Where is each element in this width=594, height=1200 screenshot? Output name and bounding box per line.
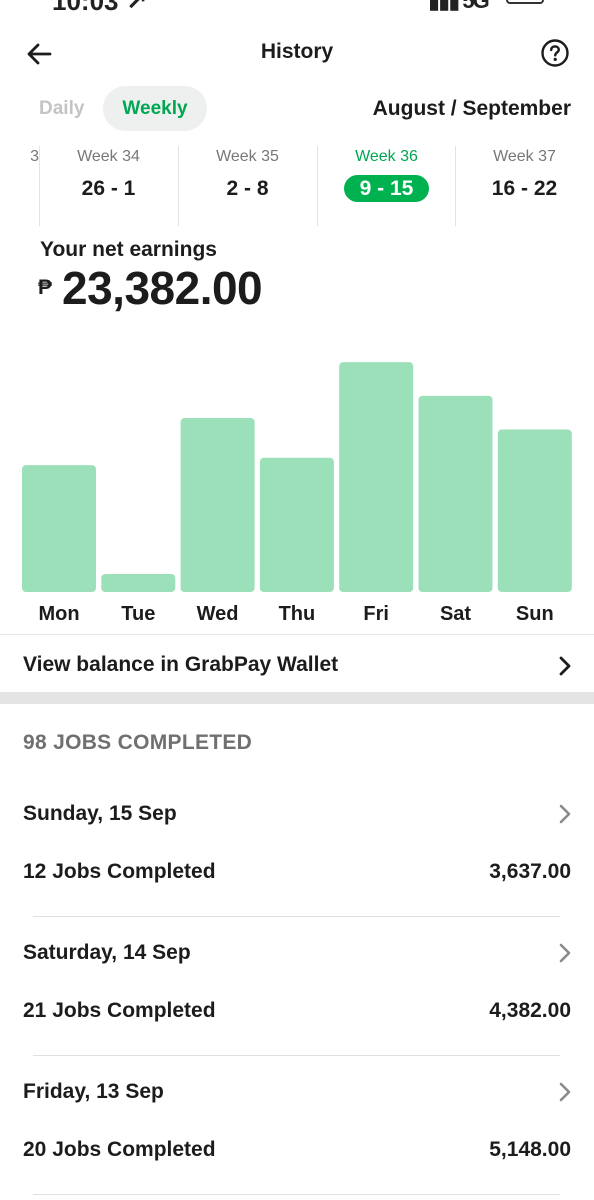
divider [33, 1055, 560, 1056]
x-tick-label: Sat [440, 603, 471, 625]
day-header-row[interactable]: Friday, 13 Sep [0, 1067, 594, 1117]
header: History [0, 30, 594, 78]
bar-wed[interactable] [180, 418, 255, 592]
day-amount: 3,637.00 [489, 860, 571, 883]
day-header-row[interactable]: Sunday, 15 Sep [0, 789, 594, 839]
day-summary: Sunday, 15 Sep 12 Jobs Completed 3,637.0… [0, 789, 594, 928]
battery-icon [506, 0, 544, 4]
day-date: Sunday, 15 Sep [23, 802, 177, 825]
day-jobs-count: 20 Jobs Completed [23, 1138, 216, 1161]
x-tick-label: Thu [279, 603, 316, 625]
net-earnings-amount: 23,382.00 [62, 262, 263, 314]
week-item[interactable]: 3 5 [0, 146, 39, 226]
bar-fri[interactable] [339, 362, 414, 592]
x-tick-label: Tue [121, 603, 155, 625]
day-header-row[interactable]: Saturday, 14 Sep [0, 928, 594, 978]
week-item[interactable]: Week 34 26 - 1 [39, 146, 178, 226]
x-tick-label: Wed [197, 603, 239, 625]
day-date: Friday, 13 Sep [23, 1080, 164, 1103]
divider [33, 916, 560, 917]
day-summary: Friday, 13 Sep 20 Jobs Completed 5,148.0… [0, 1067, 594, 1200]
week-label: Week 37 [493, 148, 556, 165]
week-item[interactable]: Week 37 16 - 22 [455, 146, 594, 226]
status-time: 10:03 ↗ [52, 0, 148, 14]
week-range: 26 - 1 [81, 177, 136, 200]
x-tick-label: Fri [363, 603, 389, 625]
x-tick-label: Sun [516, 603, 554, 625]
page-title: History [260, 40, 334, 63]
week-range: 2 - 8 [226, 177, 269, 200]
week-label: Week 34 [77, 148, 140, 165]
tab-daily[interactable]: Daily [39, 98, 84, 120]
divider [33, 1194, 560, 1195]
chevron-right-icon [559, 943, 571, 963]
chevron-right-icon [559, 1082, 571, 1102]
currency-symbol: ₱ [38, 276, 53, 299]
chevron-right-icon [559, 804, 571, 824]
bar-thu[interactable] [259, 457, 334, 592]
chart-svg: Mon Tue Wed Thu Fri Sat Sun [22, 362, 572, 625]
tab-weekly[interactable]: Weekly [103, 86, 207, 131]
bar-sat[interactable] [418, 395, 493, 592]
day-amount: 4,382.00 [489, 999, 571, 1022]
view-wallet-balance-label: View balance in GrabPay Wallet [23, 653, 339, 676]
week-label: Week 36 [355, 148, 418, 165]
bar-mon[interactable] [22, 465, 96, 592]
day-jobs-count: 12 Jobs Completed [23, 860, 216, 883]
status-bar: 10:03 ↗ ▮▮▮ 5G [0, 0, 594, 14]
bar-sun[interactable] [497, 429, 572, 592]
day-jobs-count: 21 Jobs Completed [23, 999, 216, 1022]
question-circle-icon [541, 39, 569, 67]
week-range-badge: 9 - 15 [343, 175, 430, 202]
help-button[interactable] [540, 38, 570, 68]
section-separator [0, 692, 594, 704]
net-earnings-label: Your net earnings [40, 238, 217, 261]
week-label: Week 35 [216, 148, 279, 165]
day-summary: Saturday, 14 Sep 21 Jobs Completed 4,382… [0, 928, 594, 1067]
week-label: 3 [30, 148, 39, 165]
x-tick-label: Mon [38, 603, 79, 625]
view-wallet-balance-row[interactable]: View balance in GrabPay Wallet [0, 634, 594, 694]
period-tabs: Daily Weekly August / September [0, 86, 594, 132]
earnings-bar-chart: Mon Tue Wed Thu Fri Sat Sun [0, 330, 594, 630]
day-amount: 5,148.00 [489, 1138, 571, 1161]
week-item-selected[interactable]: Week 36 9 - 15 [317, 146, 456, 226]
week-selector: 3 5 Week 34 26 - 1 Week 35 2 - 8 Week 36… [0, 146, 594, 226]
status-signal: ▮▮▮ 5G [428, 0, 490, 13]
chevron-right-icon [559, 656, 571, 676]
month-range: August / September [372, 97, 571, 120]
day-date: Saturday, 14 Sep [23, 941, 191, 964]
bar-tue[interactable] [101, 574, 176, 592]
week-range: 16 - 22 [491, 177, 558, 200]
week-item[interactable]: Week 35 2 - 8 [178, 146, 317, 226]
jobs-completed-heading: 98 JOBS COMPLETED [23, 731, 253, 754]
